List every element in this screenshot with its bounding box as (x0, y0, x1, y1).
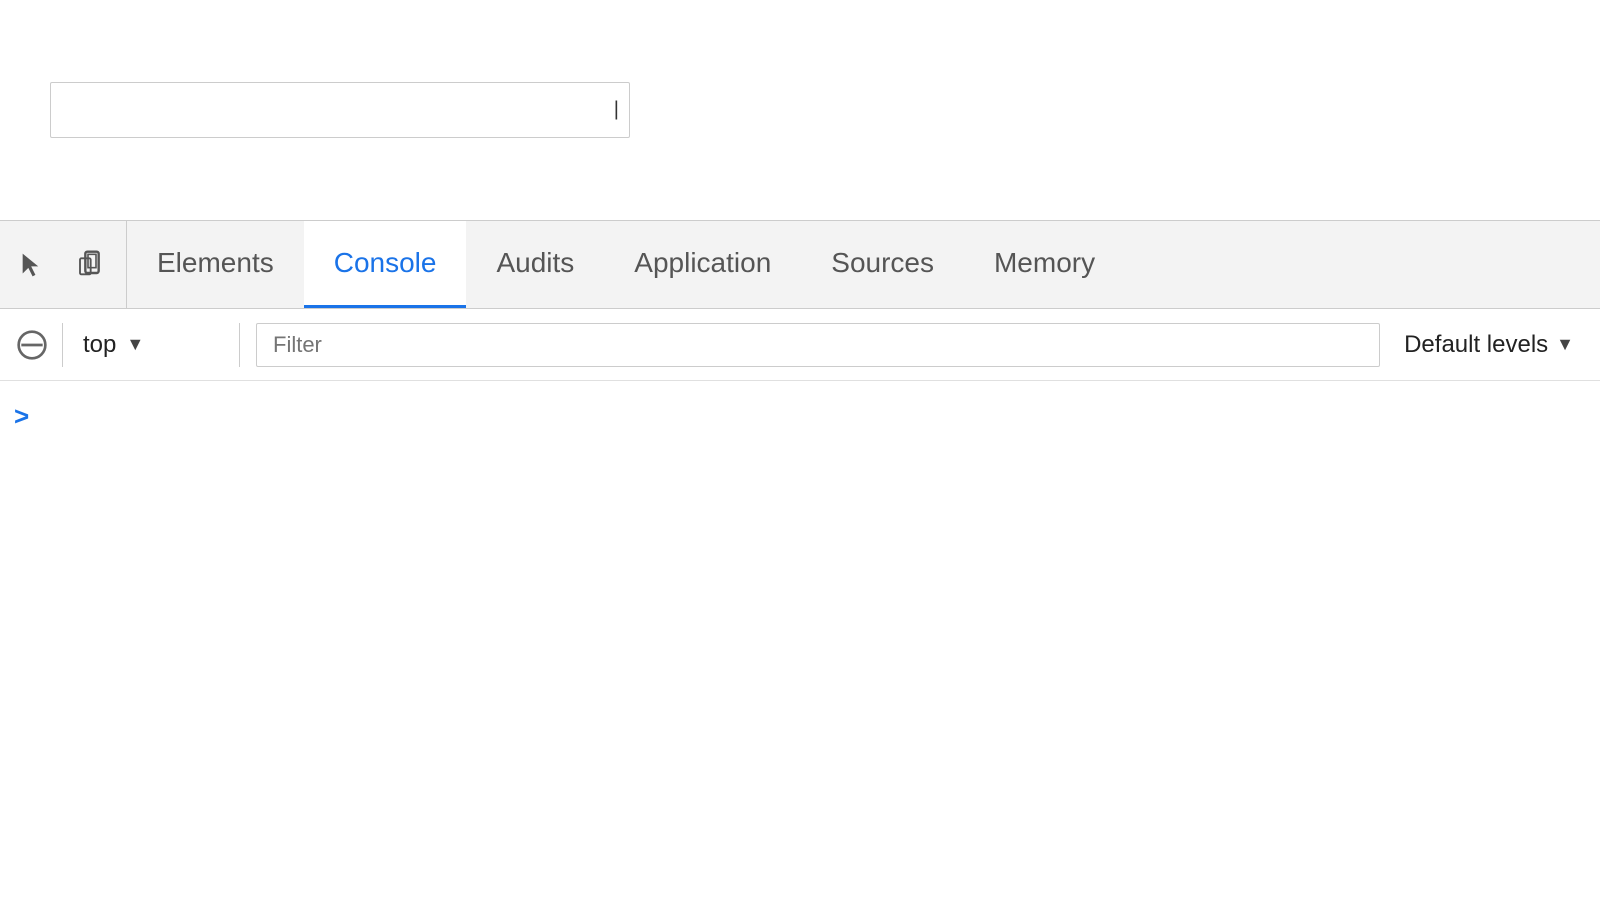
select-element-button[interactable] (12, 243, 56, 287)
context-selector[interactable]: top ▼ (71, 323, 231, 367)
filter-input-container (256, 323, 1380, 367)
levels-label: Default levels (1404, 331, 1548, 359)
browser-top-area: | (0, 0, 1600, 220)
console-prompt[interactable]: > (0, 393, 43, 440)
console-toolbar: top ▼ Default levels ▼ (0, 309, 1600, 381)
text-cursor-icon: | (614, 99, 619, 122)
tab-elements[interactable]: Elements (127, 221, 304, 308)
tab-memory[interactable]: Memory (964, 221, 1125, 308)
context-label: top (83, 331, 116, 359)
filter-input[interactable] (256, 323, 1380, 367)
devtools-panel: Elements Console Audits Application Sour… (0, 220, 1600, 881)
levels-dropdown-arrow-icon: ▼ (1556, 334, 1574, 355)
levels-selector[interactable]: Default levels ▼ (1388, 323, 1590, 367)
tab-console[interactable]: Console (304, 221, 467, 308)
console-prompt-symbol: > (14, 401, 29, 432)
device-toolbar-button[interactable] (70, 243, 114, 287)
toolbar-divider-2 (239, 323, 240, 367)
context-dropdown-arrow-icon: ▼ (126, 334, 144, 355)
devtools-tabs: Elements Console Audits Application Sour… (127, 221, 1600, 308)
url-bar-input[interactable] (61, 83, 619, 137)
url-bar-container: | (50, 82, 630, 138)
tab-bar: Elements Console Audits Application Sour… (0, 221, 1600, 309)
tab-application[interactable]: Application (604, 221, 801, 308)
tab-sources[interactable]: Sources (801, 221, 964, 308)
toolbar-divider-1 (62, 323, 63, 367)
console-content: > (0, 381, 1600, 881)
tab-audits[interactable]: Audits (466, 221, 604, 308)
tab-icon-group (0, 221, 127, 308)
clear-console-button[interactable] (10, 323, 54, 367)
